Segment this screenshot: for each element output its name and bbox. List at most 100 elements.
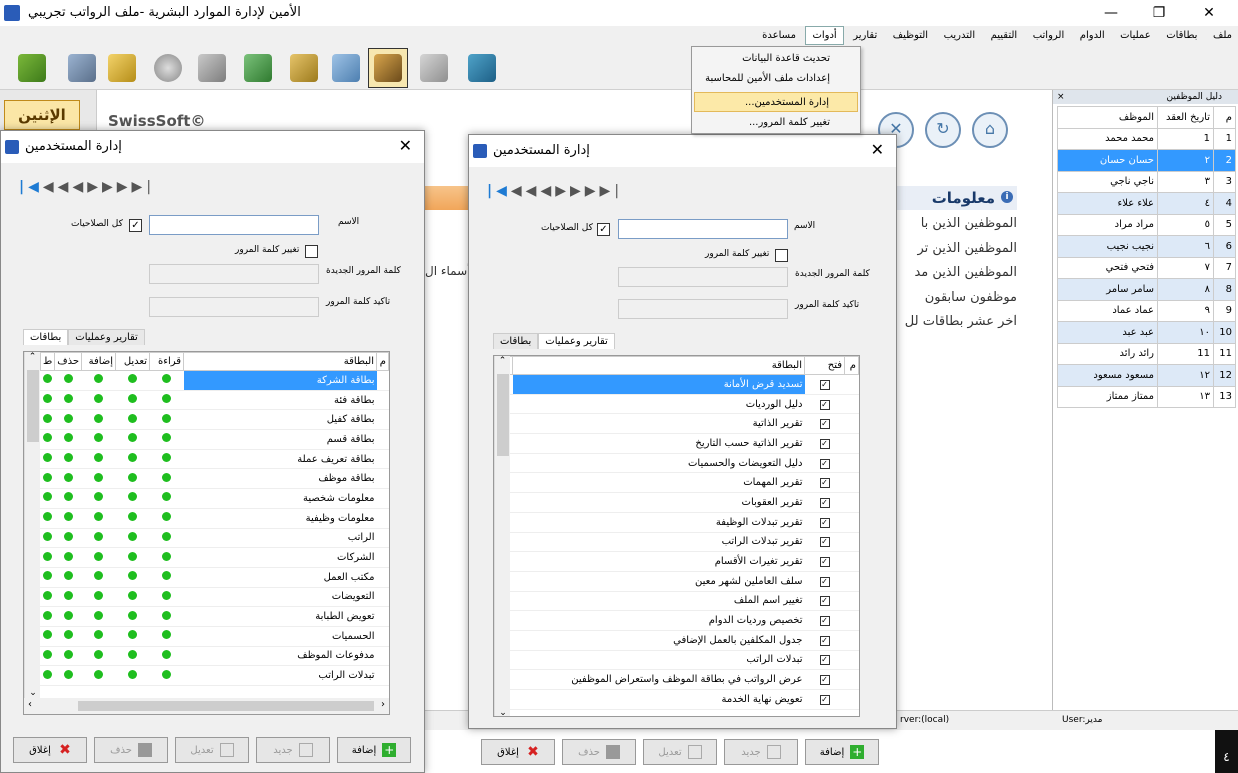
tab-cards[interactable]: بطاقات xyxy=(23,329,69,345)
edit-button[interactable]: تعديل xyxy=(175,737,249,763)
permission-cell[interactable] xyxy=(115,646,150,667)
table-row[interactable]: الشركات xyxy=(24,547,389,568)
toolbar-users-button[interactable] xyxy=(368,48,408,88)
scroll-up-icon[interactable]: ⌃ xyxy=(495,356,510,366)
close-button[interactable]: ✖ إغلاق xyxy=(481,739,555,765)
open-checkbox[interactable]: ✓ xyxy=(819,537,830,548)
table-row[interactable]: 6 ٦ نجيب نجيب xyxy=(1057,235,1236,258)
table-row[interactable]: ✓ تقرير العقوبات xyxy=(494,492,859,513)
permission-cell[interactable] xyxy=(40,370,55,391)
permission-cell[interactable] xyxy=(40,547,55,568)
menu-operations[interactable]: عمليات xyxy=(1114,27,1157,44)
permission-cell[interactable] xyxy=(149,665,184,686)
toolbar-money-button[interactable] xyxy=(238,48,278,88)
permission-cell[interactable] xyxy=(149,606,184,627)
table-row[interactable]: بطاقة قسم xyxy=(24,429,389,450)
table-row[interactable]: ✓ تقرير تغيرات الأقسام xyxy=(494,551,859,572)
edit-button[interactable]: تعديل xyxy=(643,739,717,765)
column-header[interactable]: م xyxy=(376,352,389,371)
open-permission-cell[interactable]: ✓ xyxy=(804,413,845,435)
permission-cell[interactable] xyxy=(149,508,184,529)
horizontal-scrollbar[interactable]: ‹ › xyxy=(24,698,389,714)
permission-cell[interactable] xyxy=(81,567,116,588)
permission-cell[interactable] xyxy=(54,370,82,391)
tab-reports[interactable]: تقارير وعمليات xyxy=(538,333,615,349)
table-row[interactable]: بطاقة تعريف عملة xyxy=(24,449,389,470)
permission-cell[interactable] xyxy=(40,567,55,588)
toolbar-clock-button[interactable] xyxy=(148,48,188,88)
permission-cell[interactable] xyxy=(54,626,82,647)
table-row[interactable]: التعويضات xyxy=(24,587,389,608)
permission-cell[interactable] xyxy=(40,390,55,411)
table-row[interactable]: 1 1 محمد محمد xyxy=(1057,127,1236,150)
first-record-icon[interactable]: |◀ xyxy=(487,183,511,199)
permission-cell[interactable] xyxy=(149,409,184,431)
table-row[interactable]: ✓ تغيير اسم الملف xyxy=(494,591,859,612)
column-header[interactable]: فتح xyxy=(804,356,845,375)
table-row[interactable]: الحسميات xyxy=(24,626,389,647)
scroll-thumb[interactable] xyxy=(78,701,374,711)
menu-cards[interactable]: بطاقات xyxy=(1160,27,1203,44)
open-permission-cell[interactable]: ✓ xyxy=(804,433,845,454)
permission-cell[interactable] xyxy=(81,390,116,411)
permission-cell[interactable] xyxy=(54,468,82,490)
toolbar-calculator-button[interactable] xyxy=(414,48,454,88)
column-header[interactable]: تعديل xyxy=(115,352,151,371)
info-line[interactable]: الموظفين الذين تر xyxy=(895,241,1017,256)
menu-reports[interactable]: تقارير xyxy=(847,27,883,44)
table-row[interactable]: مدفوعات الموظف xyxy=(24,646,389,667)
permission-cell[interactable] xyxy=(149,449,184,470)
menu-help[interactable]: مساعدة xyxy=(756,27,802,44)
table-row[interactable]: ✓ سلف العاملين لشهر معين xyxy=(494,571,859,592)
column-header[interactable]: ط xyxy=(39,352,56,371)
open-checkbox[interactable]: ✓ xyxy=(819,616,830,627)
table-row[interactable]: ✓ جدول المكلفين بالعمل الإضافي xyxy=(494,630,859,651)
permission-cell[interactable] xyxy=(54,409,82,431)
permission-cell[interactable] xyxy=(81,429,116,450)
next-record-icon[interactable]: ▶ xyxy=(555,183,570,199)
open-permission-cell[interactable]: ✓ xyxy=(804,650,845,671)
column-header[interactable]: البطاقة xyxy=(512,356,805,375)
permission-cell[interactable] xyxy=(149,429,184,450)
table-row[interactable]: ✓ تقرير الذاتية xyxy=(494,413,859,435)
table-row[interactable]: 10 ١٠ عبد عبد xyxy=(1057,321,1236,344)
permission-cell[interactable] xyxy=(40,429,55,450)
home-icon[interactable]: ⌂ xyxy=(972,112,1008,148)
open-checkbox[interactable]: ✓ xyxy=(819,557,830,568)
permission-cell[interactable] xyxy=(115,547,150,568)
tab-cards[interactable]: بطاقات xyxy=(493,333,539,349)
table-row[interactable]: ✓ تقرير تبدلات الوظيفة xyxy=(494,512,859,533)
open-checkbox[interactable]: ✓ xyxy=(819,458,830,469)
minimize-icon[interactable]: — xyxy=(1088,0,1134,26)
table-row[interactable]: 9 ٩ عماد عماد xyxy=(1057,299,1236,322)
menu-recruitment[interactable]: التوظيف xyxy=(887,27,934,44)
open-checkbox[interactable]: ✓ xyxy=(819,379,830,390)
open-checkbox[interactable]: ✓ xyxy=(819,517,830,528)
table-row[interactable]: بطاقة فئة xyxy=(24,390,389,411)
prev-record-icon[interactable]: ◀ xyxy=(540,183,555,199)
toolbar-books-button[interactable] xyxy=(284,48,324,88)
column-header[interactable]: م xyxy=(1213,106,1236,129)
close-icon[interactable]: × xyxy=(1057,90,1065,104)
open-permission-cell[interactable]: ✓ xyxy=(804,394,845,415)
permission-cell[interactable] xyxy=(115,508,150,529)
permission-cell[interactable] xyxy=(81,547,116,568)
confirm-password-input[interactable] xyxy=(149,297,319,317)
scroll-thumb[interactable] xyxy=(27,370,39,442)
permission-cell[interactable] xyxy=(149,370,184,391)
permission-cell[interactable] xyxy=(115,370,150,391)
table-row[interactable]: تعويض الطبابة xyxy=(24,606,389,627)
permission-cell[interactable] xyxy=(54,390,82,411)
close-icon[interactable]: ✕ xyxy=(399,136,412,155)
scroll-down-icon[interactable]: ⌄ xyxy=(25,688,41,698)
permission-cell[interactable] xyxy=(81,606,116,627)
table-row[interactable]: ✓ تقرير تبدلات الراتب xyxy=(494,532,859,553)
column-header[interactable]: حذف xyxy=(54,352,83,371)
open-checkbox[interactable]: ✓ xyxy=(819,655,830,666)
permission-cell[interactable] xyxy=(40,587,55,608)
new-button[interactable]: جديد xyxy=(724,739,798,765)
tab-reports[interactable]: تقارير وعمليات xyxy=(68,329,145,345)
scroll-left-icon[interactable]: ‹ xyxy=(28,699,32,710)
permission-cell[interactable] xyxy=(54,508,82,529)
open-checkbox[interactable]: ✓ xyxy=(819,635,830,646)
